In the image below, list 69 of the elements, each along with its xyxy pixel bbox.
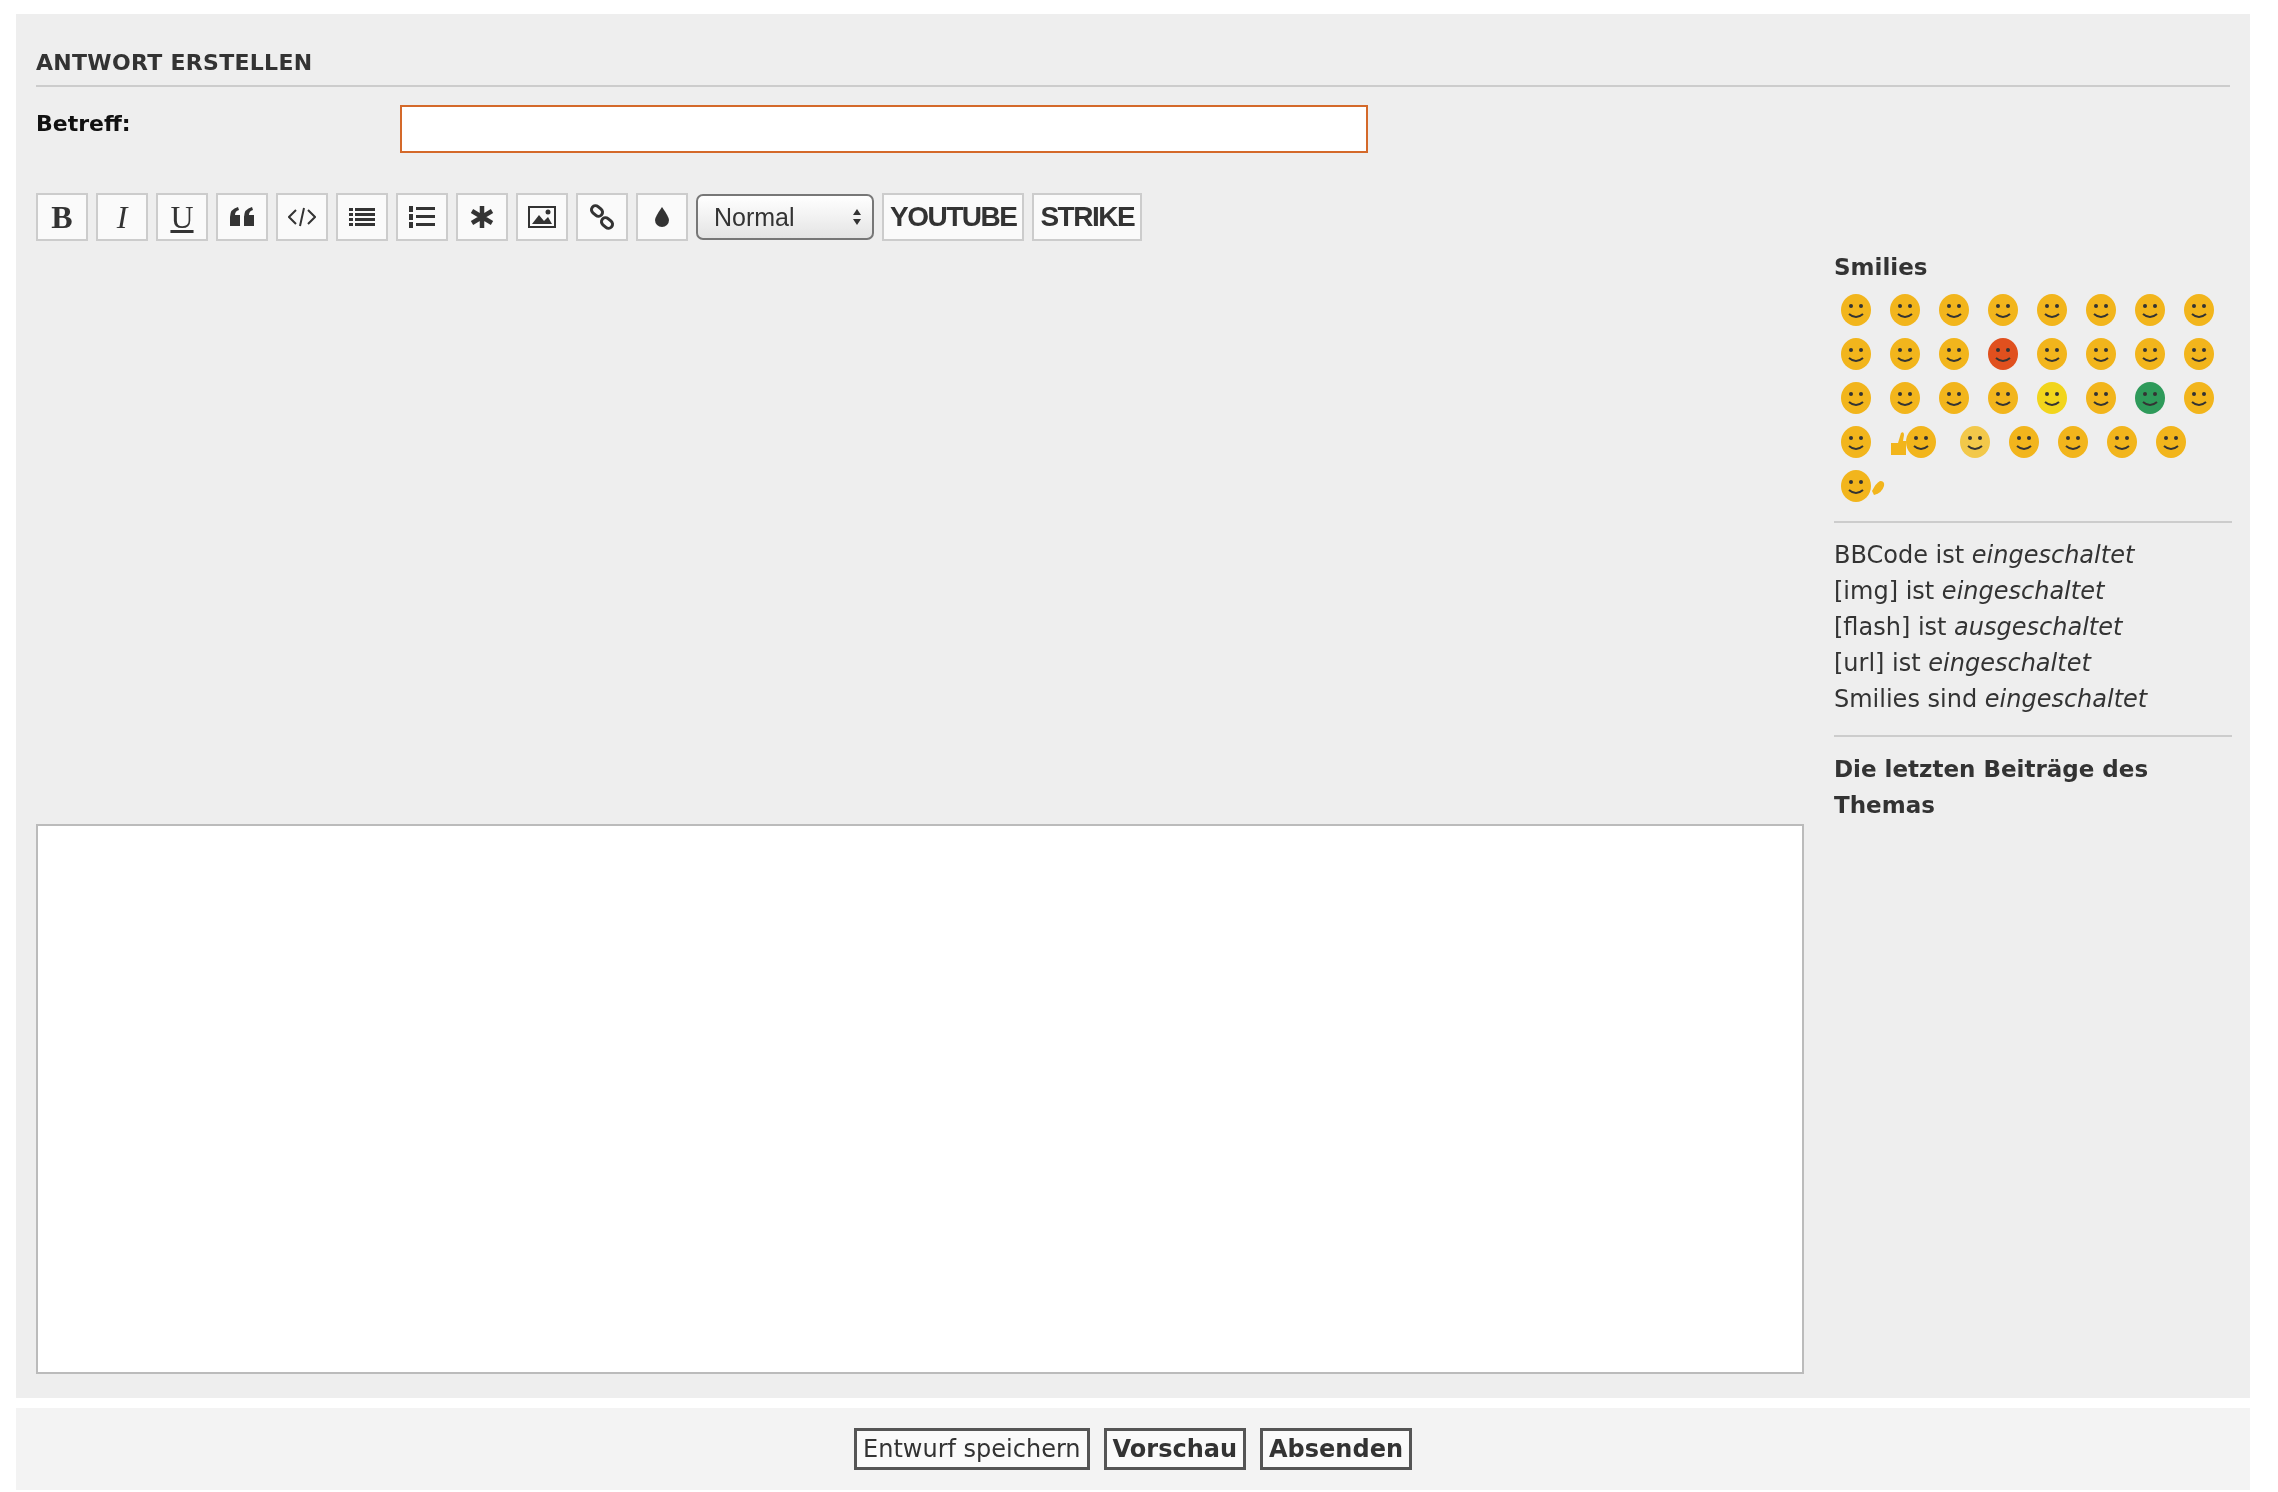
format-button[interactable]: YOUTUBE (882, 193, 1025, 241)
image-icon (528, 206, 556, 228)
smiley-icon[interactable] (1840, 425, 1872, 459)
quote-icon (229, 207, 255, 227)
smiley-icon[interactable] (2036, 293, 2068, 327)
smiley-icon[interactable] (2036, 337, 2068, 371)
link-icon (589, 204, 615, 230)
form-button[interactable]: Absenden (1260, 1428, 1412, 1470)
smiley-icon[interactable] (1987, 381, 2019, 415)
smiley-icon[interactable] (2134, 381, 2166, 415)
smiley-icon[interactable] (2134, 337, 2166, 371)
smiley-icon[interactable] (2106, 425, 2138, 459)
smiley-icon[interactable] (2085, 337, 2117, 371)
smiley-icon[interactable] (2183, 381, 2215, 415)
smilies-heading: Smilies (1834, 253, 1929, 282)
format-button[interactable]: B (36, 193, 88, 241)
smiley-icon[interactable] (1938, 293, 1970, 327)
format-button[interactable] (336, 193, 388, 241)
asterisk-icon (470, 205, 494, 229)
format-button[interactable]: I (96, 193, 148, 241)
smiley-icon[interactable] (2085, 293, 2117, 327)
recent-posts-heading: Die letzten Beiträge des Themas (1834, 755, 2150, 820)
form-button[interactable]: Vorschau (1103, 1428, 1247, 1470)
code-icon (288, 207, 316, 227)
smiley-icon[interactable] (2155, 425, 2187, 459)
smiley-icon[interactable] (2183, 293, 2215, 327)
size-select[interactable]: Normal (696, 194, 874, 240)
form-button[interactable]: Entwurf speichern (854, 1428, 1090, 1470)
status-text: [img] ist eingeschaltet (1834, 576, 2106, 607)
format-button[interactable] (216, 193, 268, 241)
smiley-icon[interactable] (2085, 381, 2117, 415)
smiley-icon[interactable] (2036, 381, 2068, 415)
format-button[interactable] (276, 193, 328, 241)
smiley-icon[interactable] (1889, 293, 1921, 327)
smiley-icon[interactable] (1889, 381, 1921, 415)
smiley-icon[interactable] (1889, 337, 1921, 371)
smiley-icon[interactable] (2183, 337, 2215, 371)
smiley-icon[interactable] (1840, 293, 1872, 327)
status-text: Smilies sind eingeschaltet (1834, 684, 2149, 715)
updown-arrows-icon (852, 208, 862, 226)
status-text: [url] ist eingeschaltet (1834, 648, 2093, 679)
format-button[interactable] (456, 193, 508, 241)
message-field[interactable] (36, 824, 1804, 1374)
smiley-icon[interactable] (1938, 381, 1970, 415)
list-icon (349, 207, 375, 227)
smiley-icon[interactable] (2134, 293, 2166, 327)
numbered-list-icon (409, 205, 435, 229)
format-button[interactable] (516, 193, 568, 241)
format-button[interactable]: STRIKE (1032, 193, 1143, 241)
smiley-icon[interactable] (1938, 337, 1970, 371)
format-button[interactable] (636, 193, 688, 241)
format-button[interactable] (396, 193, 448, 241)
smiley-icon[interactable] (1987, 337, 2019, 371)
drop-icon (654, 206, 670, 228)
status-text: [flash] ist ausgeschaltet (1834, 612, 2124, 643)
subject-field[interactable] (400, 105, 1368, 153)
format-button[interactable] (576, 193, 628, 241)
section-title: ANTWORT ERSTELLEN (36, 36, 2230, 87)
status-text: BBCode ist eingeschaltet (1834, 540, 2136, 571)
thumbs-up-smiley-icon[interactable] (1889, 425, 1937, 459)
smiley-icon[interactable] (1840, 337, 1872, 371)
format-button[interactable]: U (156, 193, 208, 241)
subject-label: Betreff: (36, 110, 132, 138)
smiley-icon[interactable] (2057, 425, 2089, 459)
smiley-icon[interactable] (1840, 381, 1872, 415)
smiley-icon[interactable] (2008, 425, 2040, 459)
smiley-icon[interactable] (1959, 425, 1991, 459)
waving-smiley-icon[interactable] (1840, 469, 1886, 503)
smiley-icon[interactable] (1987, 293, 2019, 327)
